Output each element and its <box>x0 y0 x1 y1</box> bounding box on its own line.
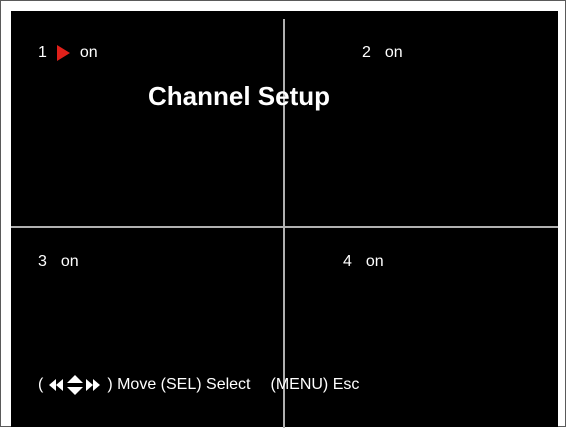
help-bar: ( ) Move (SEL) Select (MENU) Esc <box>38 374 359 396</box>
osd-screen: 1 on 2 on 3 on 4 on Channel Setup ( ) Mo… <box>0 0 566 428</box>
channel-3-number: 3 <box>38 253 47 270</box>
grid-divider-horizontal <box>11 226 558 228</box>
channel-1-number: 1 <box>38 44 47 61</box>
channel-2-state[interactable]: on <box>385 44 403 62</box>
menu-title: Channel Setup <box>148 81 331 111</box>
help-move-select-text: ) Move (SEL) Select <box>107 376 251 393</box>
channel-3-row[interactable]: 3 on <box>38 252 79 272</box>
channel-1-state[interactable]: on <box>80 44 98 62</box>
channel-4-number: 4 <box>343 253 352 270</box>
channel-3-state[interactable]: on <box>61 253 79 271</box>
selection-cursor-icon <box>56 45 70 61</box>
channel-2-number: 2 <box>362 44 371 61</box>
channel-4-state[interactable]: on <box>366 253 384 271</box>
channel-2-row[interactable]: 2 on <box>362 43 403 63</box>
channel-1-row[interactable]: 1 on <box>38 43 98 63</box>
help-open-paren: ( <box>38 376 44 393</box>
channel-4-row[interactable]: 4 on <box>343 252 384 272</box>
direction-arrows-icon <box>47 374 103 396</box>
help-esc-text: (MENU) Esc <box>270 376 360 393</box>
